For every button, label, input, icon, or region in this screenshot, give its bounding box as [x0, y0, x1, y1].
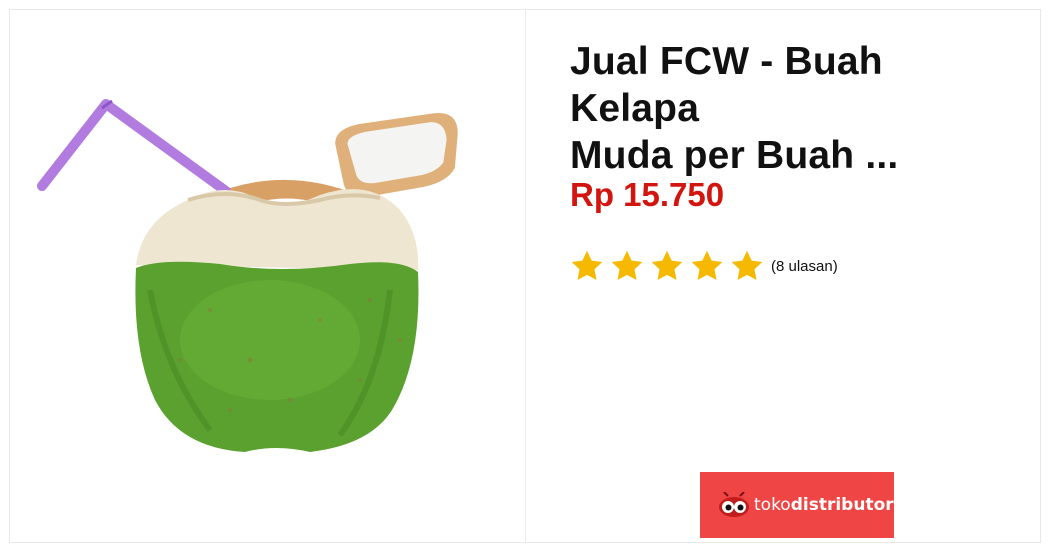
logo-eyes-icon [719, 492, 749, 517]
coconut-image [37, 99, 458, 452]
logo-text: tokodistributor [754, 495, 894, 515]
logo-text-distributor: distributor [790, 495, 894, 515]
logo-text-toko: toko [754, 495, 791, 515]
title-line-2: Muda per Buah ... [570, 134, 899, 177]
product-info: Jual FCW - Buah Kelapa Muda per Buah ... [570, 38, 1020, 179]
product-rating: (8 ulasan) [569, 248, 838, 284]
product-price: Rp 15.750 [570, 176, 725, 213]
product-image[interactable] [20, 60, 520, 480]
product-title[interactable]: Jual FCW - Buah Kelapa Muda per Buah ... [570, 38, 1020, 179]
title-line-1: Jual FCW - Buah Kelapa [570, 40, 883, 130]
tokodistributor-logo[interactable]: tokodistributor [700, 472, 894, 538]
card-divider [525, 9, 526, 543]
star-icon [731, 250, 763, 280]
star-icon [571, 250, 603, 280]
review-count[interactable]: (8 ulasan) [771, 258, 838, 275]
star-icon [651, 250, 683, 280]
star-icon [611, 250, 643, 280]
star-icon [691, 250, 723, 280]
